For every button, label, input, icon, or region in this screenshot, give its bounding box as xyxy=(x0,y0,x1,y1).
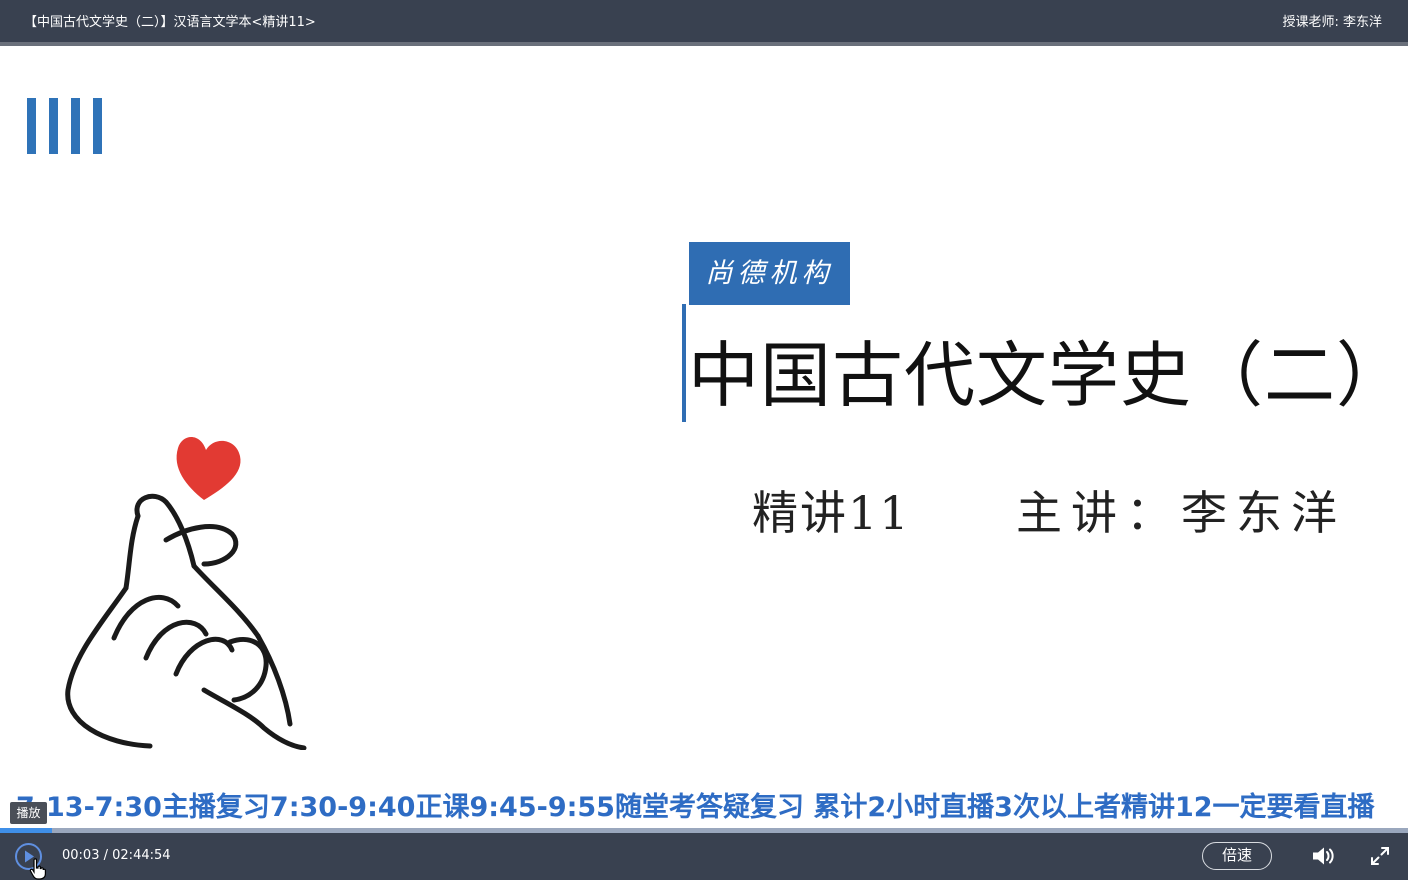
time-display: 00:03 / 02:44:54 xyxy=(62,847,171,865)
playback-speed-button[interactable]: 倍速 xyxy=(1202,842,1272,870)
lecturer-name: 主讲：李东洋 xyxy=(1016,486,1346,540)
heart-icon xyxy=(176,437,241,500)
current-time: 00:03 xyxy=(62,848,100,863)
mouse-pointer-icon xyxy=(29,858,46,880)
title-bar: 【中国古代文学史（二）】汉语言文学本<精讲11> 授课老师: 李东洋 xyxy=(0,0,1408,46)
play-tooltip: 播放 xyxy=(10,802,47,824)
video-player-window: 【中国古代文学史（二）】汉语言文学本<精讲11> 授课老师: 李东洋 尚德机构 … xyxy=(0,0,1408,880)
total-duration: 02:44:54 xyxy=(112,848,171,863)
title-accent-line xyxy=(682,304,686,422)
announcement-marquee: 7-13-7:30主播复习7:30-9:40正课9:45-9:55随堂考答疑复习… xyxy=(16,788,1408,828)
slide-title: 中国古代文学史（二） xyxy=(688,334,1408,417)
marquee-text: 7-13-7:30主播复习7:30-9:40正课9:45-9:55随堂考答疑复习… xyxy=(16,792,1375,823)
course-title: 【中国古代文学史（二）】汉语言文学本<精讲11> xyxy=(24,15,316,30)
teacher-label: 授课老师: 李东洋 xyxy=(1282,15,1382,30)
fullscreen-icon[interactable] xyxy=(1370,846,1390,866)
time-separator: / xyxy=(103,848,108,863)
org-badge: 尚德机构 xyxy=(689,242,850,305)
control-bar: 00:03 / 02:44:54 倍速 xyxy=(0,833,1408,880)
volume-icon[interactable] xyxy=(1311,845,1335,867)
decorative-bars xyxy=(27,98,107,154)
lecture-number: 精讲11 xyxy=(752,486,911,540)
video-area[interactable]: 尚德机构 中国古代文学史（二） 精讲11 主讲：李东洋 7-13-7:30主播复 xyxy=(0,46,1408,828)
finger-heart-illustration xyxy=(65,437,307,750)
